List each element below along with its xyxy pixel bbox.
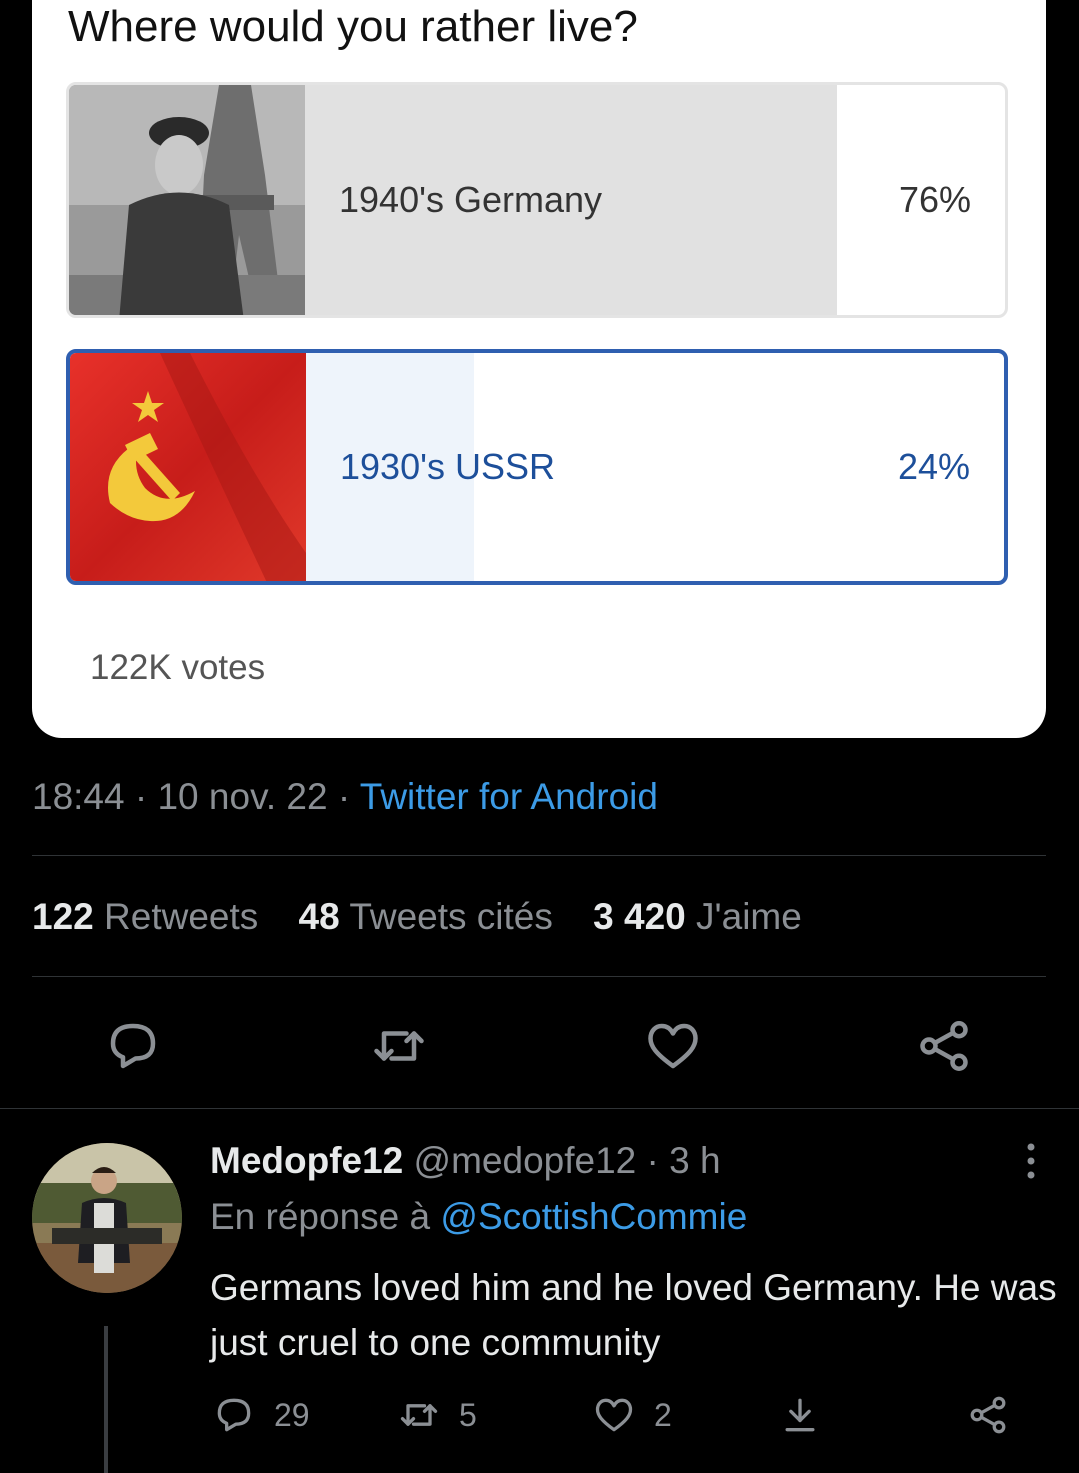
like-count: 2 xyxy=(654,1396,672,1433)
more-options-icon[interactable] xyxy=(1025,1142,1037,1180)
divider xyxy=(0,1108,1079,1109)
replied-to-handle[interactable]: @ScottishCommie xyxy=(440,1196,747,1237)
reply-icon xyxy=(217,1398,251,1432)
poll-option-germany-image xyxy=(69,85,305,315)
reply-like-action[interactable]: 2 xyxy=(592,1393,672,1437)
divider xyxy=(32,855,1046,856)
poll-option-ussr-image xyxy=(70,353,306,581)
poll-option-ussr-label: 1930's USSR xyxy=(340,446,555,487)
tweet-date[interactable]: 10 nov. 22 xyxy=(157,776,327,817)
share-icon[interactable] xyxy=(914,1016,974,1076)
retweet-icon[interactable] xyxy=(369,1016,429,1076)
reply-icon[interactable] xyxy=(103,1016,163,1076)
reply-text: Germans loved him and he loved Germany. … xyxy=(210,1267,1057,1363)
tweet-source-link[interactable]: Twitter for Android xyxy=(360,776,658,817)
reply-time[interactable]: 3 h xyxy=(669,1140,720,1181)
reply-display-name[interactable]: Medopfe12 xyxy=(210,1140,403,1181)
poll-option-ussr-percent: 24% xyxy=(897,446,970,487)
download-icon xyxy=(785,1398,815,1432)
reply-context: En réponse à @ScottishCommie xyxy=(210,1196,748,1237)
reply-header: Medopfe12 @medopfe12 · 3 h xyxy=(210,1140,721,1181)
reply-reply-action[interactable]: 29 xyxy=(212,1393,310,1437)
reply-retweet-action[interactable]: 5 xyxy=(397,1393,477,1437)
divider xyxy=(32,976,1046,977)
reply-handle[interactable]: @medopfe12 xyxy=(414,1140,637,1181)
poll-option-ussr[interactable]: 1930's USSR 24% xyxy=(66,349,1008,585)
poll-option-germany-percent: 76% xyxy=(898,179,971,220)
tweet-time[interactable]: 18:44 xyxy=(32,776,125,817)
quote-tweets-stat[interactable]: 48 Tweets cités xyxy=(299,896,553,937)
share-icon xyxy=(970,1396,1006,1434)
poll-option-germany[interactable]: 1940's Germany 76% xyxy=(66,82,1008,318)
reply-count: 29 xyxy=(274,1396,310,1433)
reply-share-action[interactable] xyxy=(966,1393,1010,1437)
retweet-count: 5 xyxy=(459,1396,477,1433)
like-icon[interactable] xyxy=(643,1016,703,1076)
poll-question: Where would you rather live? xyxy=(68,2,638,51)
like-icon xyxy=(595,1398,633,1432)
poll-card: Where would you rather live? 1940's Germ… xyxy=(32,0,1046,738)
reply-download-action[interactable] xyxy=(778,1393,822,1437)
poll-vote-count: 122K votes xyxy=(90,648,266,687)
tweet-timestamp: 18:44 · 10 nov. 22 · Twitter for Android xyxy=(32,776,658,817)
avatar[interactable] xyxy=(32,1143,182,1293)
tweet-stats: 122 Retweets 48 Tweets cités 3 420 J'aim… xyxy=(32,896,832,938)
likes-stat[interactable]: 3 420 J'aime xyxy=(593,896,802,937)
poll-option-germany-label: 1940's Germany xyxy=(339,179,603,220)
thread-line xyxy=(104,1326,108,1473)
retweets-stat[interactable]: 122 Retweets xyxy=(32,896,258,937)
retweet-icon xyxy=(400,1404,438,1426)
